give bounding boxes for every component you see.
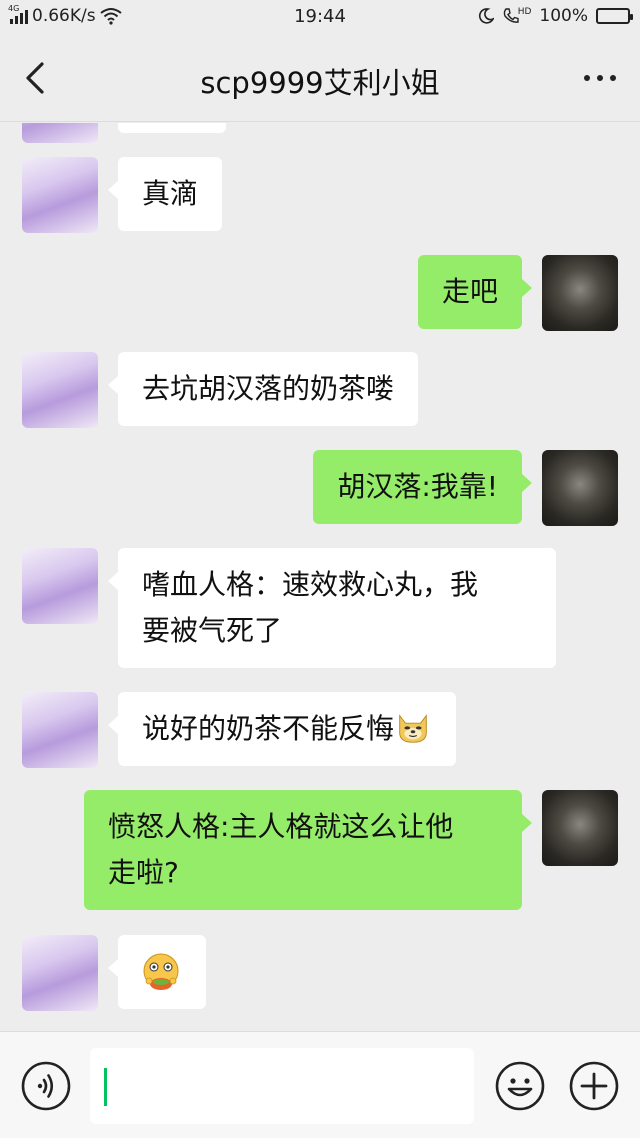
battery-icon <box>596 8 633 24</box>
more-button[interactable] <box>578 60 622 96</box>
voice-icon <box>21 1061 71 1111</box>
message-bubble[interactable]: 真滴 <box>107 157 223 231</box>
battery-percent: 100% <box>539 6 588 26</box>
message-input[interactable] <box>90 1048 474 1124</box>
plus-icon <box>569 1061 619 1111</box>
message-bubble[interactable]: 嗜血人格：速效救心丸，我 要被气死了 <box>108 548 556 668</box>
status-right: HD 100% <box>478 6 633 26</box>
hd-tag: HD <box>517 7 532 17</box>
voice-button[interactable] <box>20 1060 72 1112</box>
contact-avatar[interactable] <box>22 157 98 233</box>
message-bubble[interactable]: 去坑胡汉落的奶茶喽 <box>107 352 419 426</box>
my-avatar[interactable] <box>542 450 618 526</box>
contact-avatar[interactable] <box>22 935 98 1011</box>
status-bar: 4G 0.66K/s 19:44 HD 100% <box>0 0 640 34</box>
message-bubble[interactable]: 愤怒人格:主人格就这么让他 走啦? <box>84 790 532 910</box>
more-dots-icon <box>584 75 616 81</box>
contact-avatar[interactable] <box>22 352 98 428</box>
phone-hd-icon: HD <box>502 7 532 25</box>
chat-area[interactable]: 真滴 走吧 去坑胡汉落的奶茶喽 胡汉落:我靠! 嗜血人格：速效救心丸，我 要被气… <box>0 123 640 1031</box>
eating-emoji-icon <box>143 953 179 990</box>
message-row-partial <box>0 123 640 143</box>
emoji-icon <box>495 1061 545 1111</box>
doge-emoji-icon <box>399 714 427 743</box>
chat-title: scp9999艾利小姐 <box>200 66 440 100</box>
emoji-button[interactable] <box>494 1060 546 1112</box>
message-line: 要被气死了 <box>142 614 283 647</box>
text-caret <box>104 1068 107 1106</box>
more-functions-button[interactable] <box>568 1060 620 1112</box>
message-bubble[interactable]: 说好的奶茶不能反悔 <box>107 692 457 766</box>
contact-avatar[interactable] <box>22 548 98 624</box>
my-avatar[interactable] <box>542 255 618 331</box>
nav-bar: scp9999艾利小姐 <box>0 34 640 122</box>
message-bubble[interactable]: 胡汉落:我靠! <box>313 450 532 524</box>
contact-avatar[interactable] <box>22 692 98 768</box>
message-bubble[interactable] <box>118 123 226 133</box>
message-text: 说好的奶茶不能反悔 <box>142 712 395 745</box>
message-bubble[interactable] <box>108 935 206 1009</box>
input-bar <box>0 1031 640 1138</box>
message-line: 嗜血人格：速效救心丸，我 <box>142 568 479 601</box>
message-line: 愤怒人格:主人格就这么让他 <box>108 810 454 843</box>
moon-icon <box>478 8 494 24</box>
message-line: 走啦? <box>108 856 179 889</box>
my-avatar[interactable] <box>542 790 618 866</box>
contact-avatar[interactable] <box>22 123 98 143</box>
message-bubble[interactable]: 走吧 <box>417 255 533 329</box>
